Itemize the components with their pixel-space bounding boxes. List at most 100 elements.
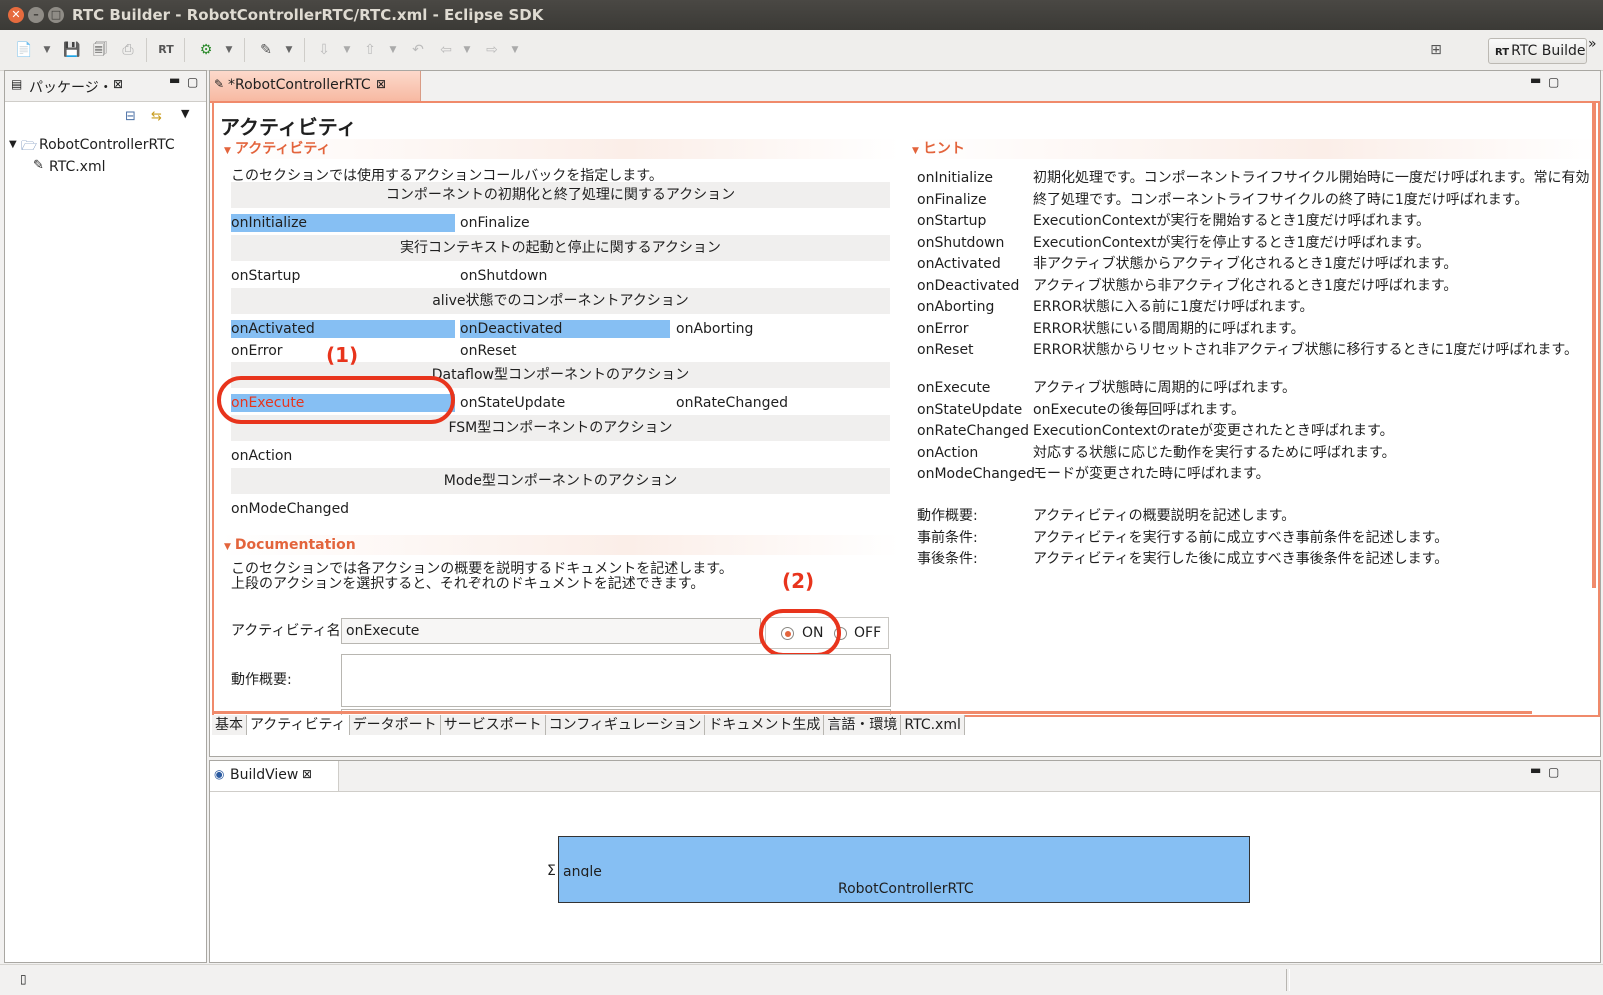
hint-section-header[interactable]: ▼ ヒント <box>908 139 1598 159</box>
page-tab-language[interactable]: 言語・環境 <box>824 715 902 735</box>
close-build-view-icon[interactable]: ⊠ <box>302 767 312 781</box>
page-tab-activity[interactable]: アクティビティ <box>247 715 350 735</box>
perspective-button[interactable]: RT RTC Builde <box>1488 38 1587 64</box>
pin-icon[interactable]: ✎ <box>256 40 276 60</box>
prev-annotation-dropdown-icon[interactable]: ▼ <box>388 40 398 60</box>
collapse-arrow-icon: ▼ <box>224 146 231 156</box>
activity-name-field[interactable] <box>341 618 761 644</box>
collapse-all-icon[interactable]: ⊟ <box>125 109 136 124</box>
page-tab-documentation[interactable]: ドキュメント生成 <box>705 715 825 735</box>
documentation-description-line1: このセクションでは各アクションの概要を説明するドキュメントを記述します。 <box>231 561 733 577</box>
minimize-icon[interactable]: ▬ <box>1530 763 1541 777</box>
build-view-tab-label: BuildView <box>230 767 299 783</box>
callout-1-label: (1) <box>326 343 359 367</box>
minimize-icon[interactable]: ▬ <box>1530 73 1541 87</box>
action-onstartup[interactable]: onStartup <box>231 267 455 285</box>
editor-page-tabs: 基本 アクティビティ データポート サービスポート コンフィギュレーション ドキ… <box>212 715 965 737</box>
pin-dropdown-icon[interactable]: ▼ <box>284 40 294 60</box>
hint-text: アクティビティを実行した後に成立すべき事後条件を記述します。 <box>1033 551 1449 567</box>
maximize-icon[interactable]: ▢ <box>1548 75 1559 89</box>
group-header-mode: Mode型コンポーネントのアクション <box>231 468 890 494</box>
documentation-section-header[interactable]: ▼ Documentation <box>220 535 900 555</box>
action-ondeactivated[interactable]: onDeactivated <box>460 320 670 338</box>
summary-label: 動作概要: <box>231 672 292 688</box>
forward-icon[interactable]: ⇨ <box>482 40 502 60</box>
action-onfinalize[interactable]: onFinalize <box>460 214 670 232</box>
hint-key: 動作概要: <box>917 508 978 524</box>
action-onreset[interactable]: onReset <box>460 342 670 360</box>
page-tab-rtcxml[interactable]: RTC.xml <box>901 715 965 735</box>
editor-tabstrip: ✎ *RobotControllerRTC ⊠ ▬ ▢ <box>210 71 1600 103</box>
build-view-panel: ◉ BuildView ⊠ ▬ ▢ angle Σ RobotControlle… <box>209 760 1601 963</box>
hint-key: onActivated <box>917 256 1001 272</box>
summary-textarea[interactable] <box>341 654 891 707</box>
editor-tab[interactable]: ✎ *RobotControllerRTC ⊠ <box>210 71 421 101</box>
new-file-icon[interactable]: 📄 <box>14 40 34 60</box>
hint-key: onAborting <box>917 299 995 315</box>
action-onaction[interactable]: onAction <box>231 447 455 465</box>
maximize-window-button[interactable]: □ <box>48 7 64 23</box>
open-perspective-icon[interactable]: ⊞ <box>1426 40 1446 60</box>
close-tab-icon[interactable]: ⊠ <box>113 77 123 91</box>
back-dropdown-icon[interactable]: ▼ <box>462 40 472 60</box>
page-tab-serviceport[interactable]: サービスポート <box>440 715 546 735</box>
action-oninitialize[interactable]: onInitialize <box>231 214 455 232</box>
print-icon[interactable]: ⎙ <box>118 40 138 60</box>
activity-section-title: アクティビティ <box>234 141 331 157</box>
last-edit-icon[interactable]: ↶ <box>408 40 428 60</box>
prev-annotation-icon[interactable]: ⇧ <box>360 40 380 60</box>
new-dropdown-icon[interactable]: ▼ <box>42 40 52 60</box>
activity-section-header[interactable]: ▼ アクティビティ <box>220 139 900 159</box>
hint-text: onExecuteの後毎回呼ばれます。 <box>1033 402 1246 418</box>
vertical-scrollbar[interactable] <box>1592 103 1596 588</box>
forward-dropdown-icon[interactable]: ▼ <box>510 40 520 60</box>
hint-text: 初期化処理です。コンポーネントライフサイクル開始時に一度だけ呼ばれます。常に有効 <box>1033 170 1590 186</box>
save-all-icon[interactable]: 🗐 <box>90 40 110 60</box>
rtc-editor-panel: ✎ *RobotControllerRTC ⊠ ▬ ▢ アクティビティ ▼ アクテ… <box>209 70 1601 757</box>
next-annotation-icon[interactable]: ⇩ <box>314 40 334 60</box>
documentation-description-line2: 上段のアクションを選択すると、それぞれのドキュメントを記述できます。 <box>231 576 705 592</box>
action-onmodechanged[interactable]: onModeChanged <box>231 500 455 518</box>
action-onratechanged[interactable]: onRateChanged <box>676 394 876 412</box>
action-onactivated[interactable]: onActivated <box>231 320 455 338</box>
page-tab-configuration[interactable]: コンフィギュレーション <box>545 715 706 735</box>
run-icon[interactable]: ⚙ <box>196 40 216 60</box>
editor-file-icon: ✎ <box>214 77 225 91</box>
tree-item-project[interactable]: RobotControllerRTC <box>39 136 175 154</box>
hint-key: 事前条件: <box>917 530 978 546</box>
run-dropdown-icon[interactable]: ▼ <box>224 40 234 60</box>
action-onaborting[interactable]: onAborting <box>676 320 876 338</box>
fast-view-icon[interactable]: ▯ <box>20 972 27 986</box>
hint-text: アクティブ状態時に周期的に呼ばれます。 <box>1033 380 1297 396</box>
hint-key: onFinalize <box>917 192 987 208</box>
rtc-builder-icon[interactable]: RT <box>156 40 176 60</box>
close-window-button[interactable]: ✕ <box>8 7 24 23</box>
hint-key: onRateChanged <box>917 423 1030 439</box>
package-explorer-tab[interactable]: パッケージ・ <box>29 77 113 97</box>
horizontal-scrollbar[interactable] <box>214 711 1532 714</box>
maximize-icon[interactable]: ▢ <box>187 75 198 89</box>
view-menu-icon[interactable]: ▼ <box>181 107 189 120</box>
close-editor-icon[interactable]: ⊠ <box>376 77 386 91</box>
save-icon[interactable]: 💾 <box>62 40 82 60</box>
hint-text: ERROR状態に入る前に1度だけ呼ばれます。 <box>1033 299 1314 315</box>
page-tab-dataport[interactable]: データポート <box>349 715 441 735</box>
hint-key: onStateUpdate <box>917 402 1023 418</box>
minimize-window-button[interactable]: – <box>28 7 44 23</box>
link-editor-icon[interactable]: ⇆ <box>151 109 162 124</box>
port-symbol[interactable]: Σ <box>547 862 556 880</box>
minimize-icon[interactable]: ▬ <box>169 73 180 87</box>
package-explorer-icon: ▤ <box>11 77 23 91</box>
next-annotation-dropdown-icon[interactable]: ▼ <box>342 40 352 60</box>
page-tab-basic[interactable]: 基本 <box>212 715 247 735</box>
radio-off-label[interactable]: OFF <box>854 624 881 642</box>
tree-expand-icon[interactable]: ▼ <box>9 139 17 150</box>
toolbar-overflow-icon[interactable]: » <box>1588 36 1597 52</box>
maximize-icon[interactable]: ▢ <box>1548 765 1559 779</box>
back-icon[interactable]: ⇦ <box>436 40 456 60</box>
page-title: アクティビティ <box>220 115 357 139</box>
build-view-tab[interactable]: ◉ BuildView ⊠ <box>210 761 339 791</box>
action-onstateupdate[interactable]: onStateUpdate <box>460 394 670 412</box>
action-onshutdown[interactable]: onShutdown <box>460 267 670 285</box>
tree-item-file[interactable]: RTC.xml <box>49 158 105 176</box>
